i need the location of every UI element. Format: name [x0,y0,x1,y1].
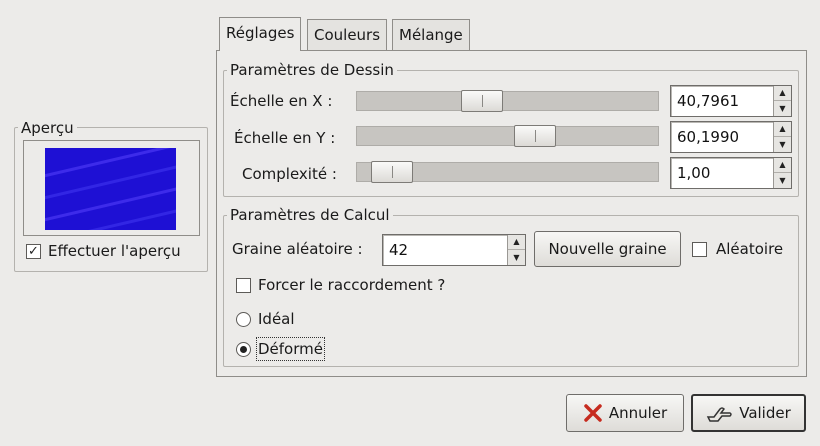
random-checkbox-label[interactable]: Aléatoire [716,239,783,259]
ok-button[interactable]: Valider [691,394,806,432]
preview-pattern [45,148,176,230]
tab-couleurs[interactable]: Couleurs [307,19,388,50]
preview-checkbox-label[interactable]: Effectuer l'aperçu [48,241,181,261]
scale-y-spin-buttons: ▲ ▼ [773,122,791,152]
complexity-slider[interactable] [356,161,659,183]
cancel-button[interactable]: Annuler [566,394,684,432]
scale-x-input[interactable] [671,86,773,116]
complexity-increment-icon[interactable]: ▲ [774,158,791,173]
calcul-frame-title: Paramètres de Calcul [227,206,393,224]
seed-increment-icon[interactable]: ▲ [508,235,525,250]
scale-x-increment-icon[interactable]: ▲ [774,86,791,101]
scale-y-increment-icon[interactable]: ▲ [774,122,791,137]
ideal-radio[interactable] [236,312,251,327]
complexity-decrement-icon[interactable]: ▼ [774,173,791,188]
scale-x-spin-buttons: ▲ ▼ [773,86,791,116]
complexity-spin-buttons: ▲ ▼ [773,158,791,188]
scale-y-input[interactable] [671,122,773,152]
tab-melange-label: Mélange [399,26,463,44]
preview-canvas[interactable] [45,148,176,230]
cancel-button-label: Annuler [608,404,668,422]
scale-x-slider[interactable] [356,90,659,112]
preview-frame-title: Aperçu [18,119,77,137]
ok-button-label: Valider [739,404,791,422]
complexity-input[interactable] [671,158,773,188]
scale-x-spin[interactable]: ▲ ▼ [670,85,792,117]
dessin-frame-title: Paramètres de Dessin [227,61,397,79]
complexity-label: Complexité : [242,165,337,183]
seed-input[interactable] [383,235,507,265]
validate-hand-icon [707,407,732,422]
scale-y-slider[interactable] [356,125,659,147]
seed-decrement-icon[interactable]: ▼ [508,250,525,265]
scale-y-decrement-icon[interactable]: ▼ [774,137,791,152]
new-seed-button-label: Nouvelle graine [548,240,667,258]
new-seed-button[interactable]: Nouvelle graine [534,231,681,267]
deform-radio-label[interactable]: Déformé [256,337,325,361]
seed-spin-buttons: ▲ ▼ [507,235,525,265]
scale-y-spin[interactable]: ▲ ▼ [670,121,792,153]
tab-couleurs-label: Couleurs [314,26,381,44]
scale-y-label: Échelle en Y : [234,129,336,147]
ideal-radio-label[interactable]: Idéal [258,309,295,329]
random-checkbox[interactable] [692,242,707,257]
scale-x-label: Échelle en X : [230,92,333,110]
tab-melange[interactable]: Mélange [392,19,470,50]
complexity-spin[interactable]: ▲ ▼ [670,157,792,189]
scale-x-decrement-icon[interactable]: ▼ [774,101,791,116]
tab-reglages[interactable]: Réglages [219,17,302,51]
seed-spin[interactable]: ▲ ▼ [382,234,526,266]
deform-radio[interactable] [236,342,251,357]
cancel-x-icon [584,404,602,422]
scale-x-slider-handle[interactable] [461,90,503,112]
seed-label: Graine aléatoire : [232,240,363,258]
scale-y-slider-handle[interactable] [514,125,556,147]
tab-reglages-label: Réglages [226,24,295,42]
force-checkbox-label[interactable]: Forcer le raccordement ? [258,275,445,295]
preview-checkbox[interactable]: ✓ [26,244,41,259]
force-checkbox[interactable] [236,278,251,293]
complexity-slider-handle[interactable] [371,161,413,183]
